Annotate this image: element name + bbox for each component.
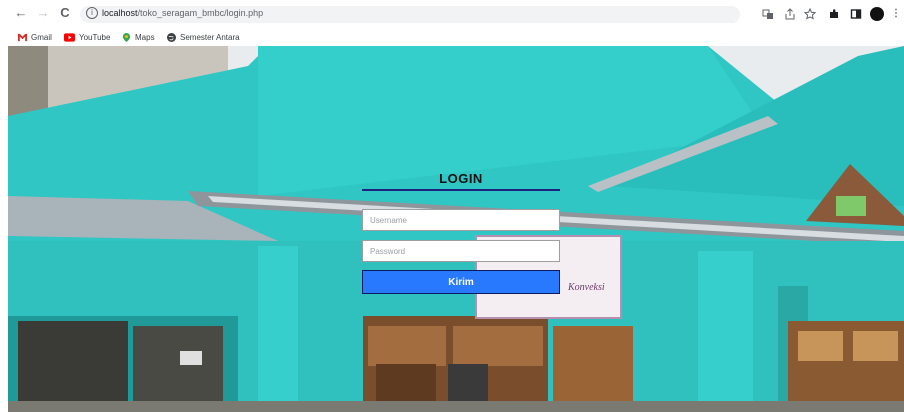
bookmark-label: Semester Antara (180, 32, 240, 42)
youtube-icon (64, 32, 75, 42)
url-text[interactable]: localhost/toko_seragam_bmbc/login.php (102, 8, 263, 18)
bookmark-label: YouTube (79, 32, 111, 42)
bookmark-maps[interactable]: Maps (122, 31, 155, 43)
translate-icon[interactable] (762, 8, 774, 20)
login-title-underline (362, 189, 560, 191)
bookmark-gmail[interactable]: Gmail (18, 31, 52, 43)
back-arrow-icon[interactable]: ← (14, 6, 28, 20)
url-host: localhost (102, 8, 138, 18)
bookmark-star-icon[interactable] (803, 7, 817, 20)
reload-icon[interactable]: C (58, 6, 72, 20)
page-viewport: Konveksi LOGIN Kirim (8, 46, 904, 412)
site-info-icon[interactable]: i (86, 7, 98, 19)
menu-kebab-icon[interactable]: ⋮ (890, 8, 902, 20)
url-path: /toko_seragam_bmbc/login.php (137, 8, 264, 18)
extensions-icon[interactable] (828, 8, 840, 20)
bookmark-label: Gmail (31, 32, 52, 42)
gmail-icon (18, 33, 27, 41)
address-bar[interactable]: i localhost/toko_seragam_bmbc/login.php (80, 6, 740, 23)
share-icon[interactable] (784, 8, 796, 20)
submit-button[interactable]: Kirim (362, 270, 560, 294)
forward-arrow-icon[interactable]: → (36, 6, 50, 20)
side-panel-icon[interactable] (850, 8, 862, 20)
password-input[interactable] (362, 240, 560, 262)
browser-toolbar: ← → C i localhost/toko_seragam_bmbc/logi… (0, 0, 904, 28)
bookmarks-bar: Gmail YouTube Maps Semester Antara (0, 28, 904, 46)
signboard-text: Konveksi (567, 282, 605, 293)
globe-icon (167, 32, 176, 42)
bookmark-semester-antara[interactable]: Semester Antara (167, 31, 240, 43)
bookmark-label: Maps (135, 32, 155, 42)
bookmark-youtube[interactable]: YouTube (64, 31, 110, 43)
maps-icon (122, 32, 131, 42)
login-title: LOGIN (439, 171, 483, 186)
username-input[interactable] (362, 209, 560, 231)
profile-avatar[interactable] (870, 7, 884, 21)
